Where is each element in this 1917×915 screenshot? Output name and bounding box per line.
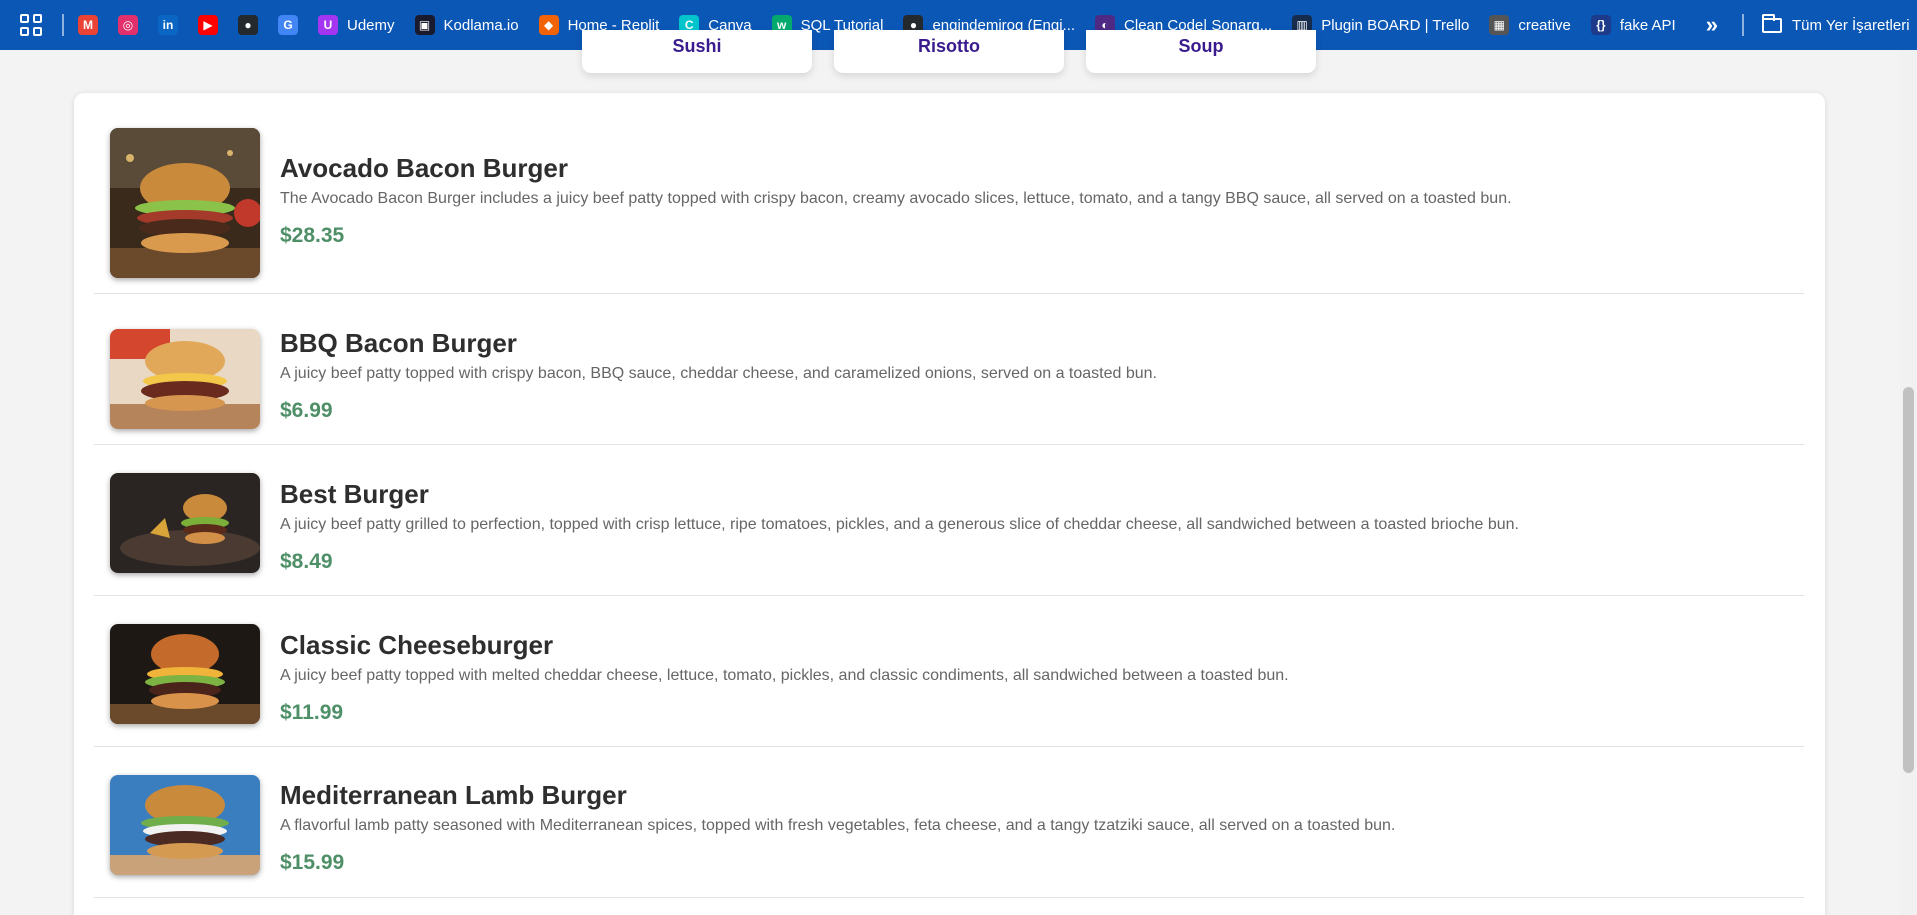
udemy-icon: U bbox=[318, 15, 338, 35]
menu-item-best-burger[interactable]: Best Burger A juicy beef patty grilled t… bbox=[94, 445, 1804, 596]
translate-icon: G bbox=[278, 15, 298, 35]
menu-item-price: $28.35 bbox=[280, 224, 345, 247]
menu-item-description: The Avocado Bacon Burger includes a juic… bbox=[280, 190, 1512, 207]
category-tabs: Sushi Risotto Soup bbox=[582, 30, 1316, 73]
burger-image bbox=[110, 775, 260, 875]
kodlama-icon: ▣ bbox=[414, 15, 435, 35]
bookmark-label: Plugin BOARD | Trello bbox=[1321, 16, 1470, 34]
burger-image bbox=[110, 329, 260, 429]
burger-image bbox=[110, 473, 260, 573]
fakeapi-icon: {} bbox=[1590, 15, 1611, 35]
menu-item-text: Mediterranean Lamb Burger A flavorful la… bbox=[280, 780, 1794, 875]
page-scrollbar[interactable] bbox=[1900, 50, 1917, 915]
bookmark-fake-api[interactable]: {} fake API bbox=[1590, 0, 1676, 50]
menu-item-classic-cheeseburger[interactable]: Classic Cheeseburger A juicy beef patty … bbox=[94, 596, 1804, 747]
github-icon: ● bbox=[238, 15, 258, 35]
category-tab-label: Sushi bbox=[672, 36, 722, 56]
all-bookmarks-label: Tüm Yer İşaretleri bbox=[1791, 16, 1910, 34]
category-tab-soup[interactable]: Soup bbox=[1086, 30, 1316, 73]
menu-item-name: Classic Cheeseburger bbox=[280, 630, 554, 660]
bookmark-instagram[interactable]: ◎ bbox=[118, 0, 138, 50]
linkedin-icon: in bbox=[158, 15, 178, 35]
bookmark-label: creative bbox=[1518, 16, 1571, 34]
all-bookmarks-button[interactable]: Tüm Yer İşaretleri bbox=[1761, 13, 1910, 34]
menu-item-name: Avocado Bacon Burger bbox=[280, 153, 568, 183]
menu-item-name: BBQ Bacon Burger bbox=[280, 328, 517, 358]
bookmark-label: Kodlama.io bbox=[443, 16, 519, 34]
menu-item-price: $6.99 bbox=[280, 399, 333, 422]
bookmark-trello[interactable]: ▥ Plugin BOARD | Trello bbox=[1292, 0, 1469, 50]
menu-item-description: A flavorful lamb patty seasoned with Med… bbox=[280, 817, 1396, 834]
bookmarks-separator bbox=[62, 14, 64, 36]
menu-list: Avocado Bacon Burger The Avocado Bacon B… bbox=[74, 93, 1825, 915]
category-tab-label: Soup bbox=[1178, 36, 1224, 56]
bookmark-creative[interactable]: ▦ creative bbox=[1489, 0, 1571, 50]
menu-item-text: BBQ Bacon Burger A juicy beef patty topp… bbox=[280, 328, 1794, 423]
menu-item-name: Best Burger bbox=[280, 479, 429, 509]
menu-item-price: $11.99 bbox=[280, 701, 344, 724]
instagram-icon: ◎ bbox=[118, 15, 138, 35]
bookmark-github[interactable]: ● bbox=[238, 0, 258, 50]
youtube-icon: ▶ bbox=[198, 15, 218, 35]
scrollbar-thumb[interactable] bbox=[1903, 387, 1914, 773]
bookmark-youtube[interactable]: ▶ bbox=[198, 0, 218, 50]
bookmarks-separator bbox=[1741, 14, 1744, 36]
menu-item-name: Mediterranean Lamb Burger bbox=[280, 780, 627, 810]
menu-item-text: Avocado Bacon Burger The Avocado Bacon B… bbox=[280, 153, 1794, 248]
creative-icon: ▦ bbox=[1489, 15, 1510, 35]
bookmark-label: fake API bbox=[1619, 16, 1676, 34]
folder-icon bbox=[1761, 13, 1782, 33]
apps-grid-icon[interactable] bbox=[20, 14, 42, 36]
menu-item-description: A juicy beef patty topped with melted ch… bbox=[280, 667, 1289, 684]
burger-image bbox=[110, 624, 260, 724]
menu-item-description: A juicy beef patty grilled to perfection… bbox=[280, 516, 1519, 533]
category-tab-risotto[interactable]: Risotto bbox=[834, 30, 1064, 73]
gmail-icon: M bbox=[78, 15, 98, 35]
bookmark-kodlama[interactable]: ▣ Kodlama.io bbox=[414, 0, 519, 50]
menu-item-price: $8.49 bbox=[280, 550, 333, 573]
menu-item-description: A juicy beef patty topped with crispy ba… bbox=[280, 365, 1157, 382]
bookmark-translate[interactable]: G bbox=[278, 0, 298, 50]
menu-item-text: Classic Cheeseburger A juicy beef patty … bbox=[280, 630, 1794, 725]
bookmark-linkedin[interactable]: in bbox=[158, 0, 178, 50]
menu-item-mediterranean-lamb-burger[interactable]: Mediterranean Lamb Burger A flavorful la… bbox=[94, 747, 1804, 898]
category-tab-label: Risotto bbox=[918, 36, 980, 56]
bookmark-gmail[interactable]: M bbox=[78, 0, 98, 50]
menu-item-avocado-bacon-burger[interactable]: Avocado Bacon Burger The Avocado Bacon B… bbox=[94, 93, 1804, 294]
category-tab-sushi[interactable]: Sushi bbox=[582, 30, 812, 73]
menu-item-bbq-bacon-burger[interactable]: BBQ Bacon Burger A juicy beef patty topp… bbox=[94, 294, 1804, 445]
burger-image bbox=[110, 128, 260, 278]
replit-icon: ◆ bbox=[538, 15, 559, 35]
bookmark-label: Udemy bbox=[347, 16, 395, 34]
bookmarks-overflow-button[interactable]: » bbox=[1706, 12, 1718, 38]
menu-item-price: $15.99 bbox=[280, 851, 345, 874]
bookmark-udemy[interactable]: U Udemy bbox=[318, 0, 395, 50]
menu-item-text: Best Burger A juicy beef patty grilled t… bbox=[280, 479, 1794, 574]
